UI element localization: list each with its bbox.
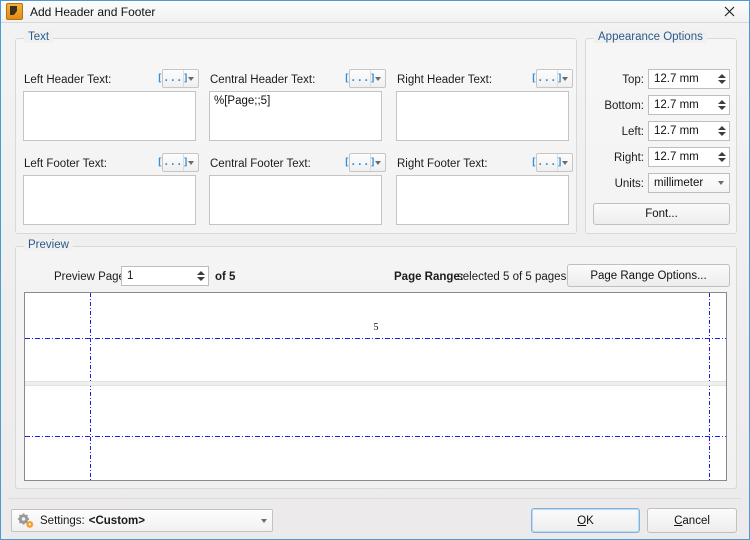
cancel-button[interactable]: Cancel [647, 508, 737, 533]
page-break-separator [25, 381, 726, 386]
chevron-down-icon[interactable] [183, 70, 198, 87]
central-header-macro-button[interactable]: [...] [343, 69, 386, 88]
appearance-group-title: Appearance Options [594, 31, 707, 43]
preview-page-number: 5 [373, 322, 379, 333]
text-group-title: Text [24, 31, 54, 43]
ok-button-label: OK [577, 514, 594, 527]
chevron-down-icon[interactable] [712, 174, 729, 192]
left-footer-macro-button[interactable]: [...] [156, 153, 199, 172]
chevron-down-icon[interactable] [370, 70, 385, 87]
title-bar: Add Header and Footer [1, 1, 749, 23]
header-margin-guide [25, 338, 726, 339]
bottom-margin-value: 12.7 mm [654, 99, 699, 111]
right-header-text-input[interactable] [396, 91, 569, 141]
right-margin-value: 12.7 mm [654, 151, 699, 163]
chevron-down-icon[interactable] [370, 154, 385, 171]
right-margin-label: Right: [613, 152, 644, 164]
preview-canvas[interactable]: 5 [24, 292, 727, 481]
central-header-label: Central Header Text: [210, 74, 316, 86]
units-select[interactable]: millimeter [648, 173, 730, 193]
left-footer-label: Left Footer Text: [24, 158, 107, 170]
preview-page-value: 1 [127, 270, 134, 282]
left-margin-stepper[interactable] [714, 122, 729, 140]
chevron-down-icon[interactable] [183, 154, 198, 171]
left-header-macro-button[interactable]: [...] [156, 69, 199, 88]
ok-button[interactable]: OK [531, 508, 640, 533]
macro-brackets-icon: [...] [343, 156, 377, 168]
units-value: millimeter [654, 177, 704, 189]
central-header-text-input[interactable]: %[Page;;5] [209, 91, 382, 141]
footer-margin-guide [25, 436, 726, 437]
left-header-label: Left Header Text: [24, 74, 112, 86]
right-header-label: Right Header Text: [397, 74, 493, 86]
font-button[interactable]: Font... [593, 203, 730, 225]
left-margin-label: Left: [621, 126, 644, 138]
cancel-button-label: Cancel [674, 514, 710, 527]
macro-brackets-icon: [...] [156, 156, 190, 168]
right-margin-stepper[interactable] [714, 148, 729, 166]
gears-icon [17, 512, 35, 529]
preview-page-stepper[interactable] [193, 267, 208, 285]
top-margin-value: 12.7 mm [654, 73, 699, 85]
page-range-options-button[interactable]: Page Range Options... [567, 264, 730, 287]
macro-brackets-icon: [...] [156, 72, 190, 84]
left-margin-guide [90, 293, 91, 480]
right-footer-text-input[interactable] [396, 175, 569, 225]
settings-value: <Custom> [88, 514, 145, 527]
page-range-value: selected 5 of 5 pages [457, 271, 567, 283]
left-header-text-input[interactable] [23, 91, 196, 141]
central-footer-text-input[interactable] [209, 175, 382, 225]
right-margin-input[interactable]: 12.7 mm [648, 147, 730, 167]
chevron-down-icon[interactable] [557, 154, 572, 171]
window-title: Add Header and Footer [30, 4, 156, 19]
bottom-margin-stepper[interactable] [714, 96, 729, 114]
chevron-down-icon[interactable] [557, 70, 572, 87]
bottom-divider [9, 498, 741, 499]
app-icon [6, 3, 23, 20]
right-margin-guide [709, 293, 710, 480]
right-footer-macro-button[interactable]: [...] [530, 153, 573, 172]
preview-page-label: Preview Page [54, 271, 125, 283]
right-header-macro-button[interactable]: [...] [530, 69, 573, 88]
bottom-margin-input[interactable]: 12.7 mm [648, 95, 730, 115]
preview-page-input[interactable]: 1 [121, 266, 209, 286]
chevron-down-icon[interactable] [255, 510, 272, 531]
macro-brackets-icon: [...] [530, 156, 564, 168]
top-margin-input[interactable]: 12.7 mm [648, 69, 730, 89]
settings-label: Settings: [40, 514, 85, 527]
dialog-window: Add Header and Footer Text Left Header T… [0, 0, 750, 540]
settings-select[interactable]: Settings: <Custom> [11, 509, 273, 532]
central-footer-macro-button[interactable]: [...] [343, 153, 386, 172]
preview-group-title: Preview [24, 239, 73, 251]
central-footer-label: Central Footer Text: [210, 158, 311, 170]
left-footer-text-input[interactable] [23, 175, 196, 225]
macro-brackets-icon: [...] [343, 72, 377, 84]
page-range-label: Page Range: [394, 271, 464, 283]
bottom-margin-label: Bottom: [604, 100, 644, 112]
left-margin-input[interactable]: 12.7 mm [648, 121, 730, 141]
preview-page-total: of 5 [215, 271, 236, 283]
close-icon[interactable] [709, 1, 749, 22]
top-margin-stepper[interactable] [714, 70, 729, 88]
units-label: Units: [614, 178, 644, 190]
left-margin-value: 12.7 mm [654, 125, 699, 137]
macro-brackets-icon: [...] [530, 72, 564, 84]
right-footer-label: Right Footer Text: [397, 158, 488, 170]
top-margin-label: Top: [622, 74, 644, 86]
